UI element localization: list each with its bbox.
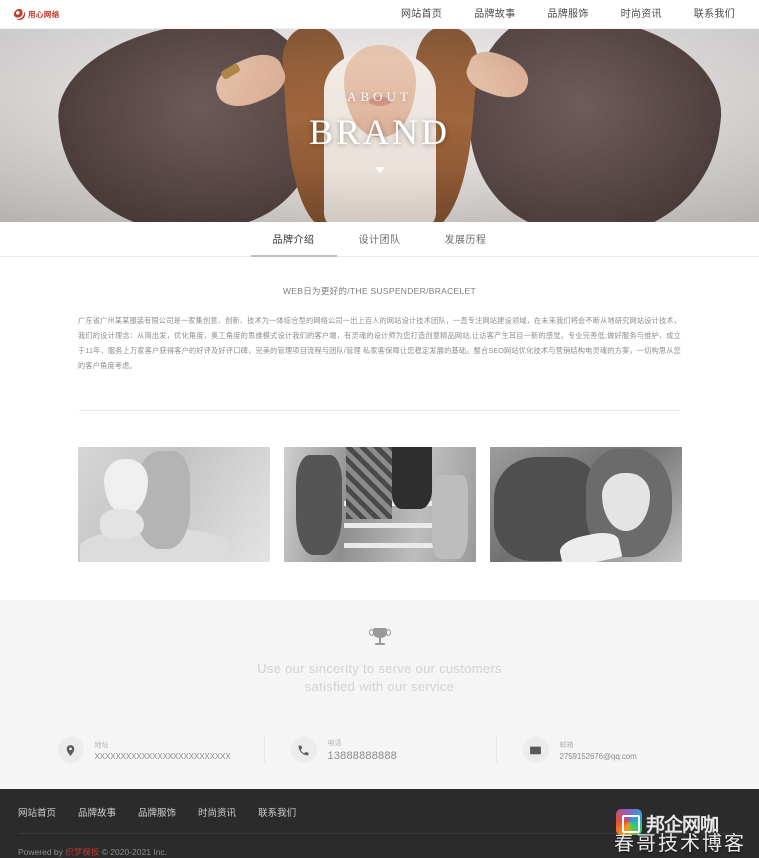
tab-history[interactable]: 发展历程 <box>423 222 509 257</box>
slogan-text: Use our sincerity to serve our customers… <box>0 660 759 698</box>
slogan-line-1: Use our sincerity to serve our customers <box>257 660 502 676</box>
scroll-down-arrow-icon[interactable] <box>374 166 385 173</box>
slogan-band: Use our sincerity to serve our customers… <box>0 599 759 724</box>
hero-title: BRAND <box>308 111 451 152</box>
contact-phone: 电话 13888888888 <box>263 737 496 764</box>
phone-icon <box>290 737 317 764</box>
footer-navigation: 网站首页 品牌故事 品牌服饰 时尚资讯 联系我们 <box>18 805 741 833</box>
footer-nav-home[interactable]: 网站首页 <box>18 805 56 819</box>
powered-by-link[interactable]: 织梦模板 <box>65 847 99 857</box>
footer-nav-news[interactable]: 时尚资讯 <box>198 805 236 819</box>
logo-emblem-icon <box>14 8 25 20</box>
gallery-image-2[interactable] <box>283 446 476 562</box>
contact-address: 地址 XXXXXXXXXXXXXXXXXXXXXXXXXX <box>32 737 264 764</box>
gallery-image-1[interactable] <box>77 446 270 562</box>
footer-nav-contact[interactable]: 联系我们 <box>258 805 296 819</box>
nav-item-home[interactable]: 网站首页 <box>385 0 458 29</box>
address-label: 地址 <box>94 741 109 749</box>
logo-text: 用心网络 <box>28 9 60 19</box>
nav-item-apparel[interactable]: 品牌服饰 <box>531 0 604 29</box>
powered-by-prefix: Powered by <box>18 847 63 858</box>
site-footer: 网站首页 品牌故事 品牌服饰 时尚资讯 联系我们 Powered by 织梦模板… <box>0 789 759 858</box>
address-value: XXXXXXXXXXXXXXXXXXXXXXXXXX <box>94 751 231 761</box>
photo-gallery <box>0 411 759 562</box>
nav-item-brand-story[interactable]: 品牌故事 <box>458 0 531 29</box>
contact-row: 地址 XXXXXXXXXXXXXXXXXXXXXXXXXX 电话 1388888… <box>0 723 759 790</box>
main-navigation: 网站首页 品牌故事 品牌服饰 时尚资讯 联系我们 <box>385 0 745 29</box>
site-logo[interactable]: 用心网络 <box>14 8 60 20</box>
hero-banner: ABOUT BRAND <box>0 29 759 222</box>
site-header: 用心网络 网站首页 品牌故事 品牌服饰 时尚资讯 联系我们 <box>0 0 759 29</box>
copyright-text: © 2020-2021 Inc. <box>101 847 167 858</box>
nav-item-news[interactable]: 时尚资讯 <box>605 0 678 29</box>
article-body: 广东省广州某某服装有限公司是一家集创意、创新、技术为一体综合型的网络公司一出上百… <box>78 316 681 371</box>
mail-icon <box>522 737 549 764</box>
phone-label: 电话 <box>327 740 342 748</box>
footer-nav-brand-story[interactable]: 品牌故事 <box>78 805 116 819</box>
hero-subtitle: ABOUT <box>347 88 412 104</box>
email-value: 2759152676@qq.com <box>559 751 637 761</box>
article-section: WEB日为更好的/THE SUSPENDER/BRACELET 广东省广州某某服… <box>0 257 759 411</box>
gallery-image-3[interactable] <box>489 446 682 562</box>
footer-copyright: Powered by 织梦模板 © 2020-2021 Inc. <box>18 834 741 858</box>
tab-brand-intro[interactable]: 品牌介绍 <box>250 222 337 257</box>
trophy-icon <box>368 627 391 648</box>
slogan-line-2: satisfied with our service <box>304 679 455 695</box>
article-title: WEB日为更好的/THE SUSPENDER/BRACELET <box>282 286 477 296</box>
contact-email: 邮箱 2759152676@qq.com <box>495 737 728 764</box>
phone-value: 13888888888 <box>327 750 397 763</box>
location-pin-icon <box>57 737 84 764</box>
hero-caption: ABOUT BRAND <box>0 29 759 222</box>
email-label: 邮箱 <box>559 741 574 749</box>
tab-design-team[interactable]: 设计团队 <box>337 222 423 257</box>
section-tab-bar: 品牌介绍 设计团队 发展历程 <box>0 222 759 257</box>
footer-nav-apparel[interactable]: 品牌服饰 <box>138 805 176 819</box>
nav-item-contact[interactable]: 联系我们 <box>678 0 745 29</box>
